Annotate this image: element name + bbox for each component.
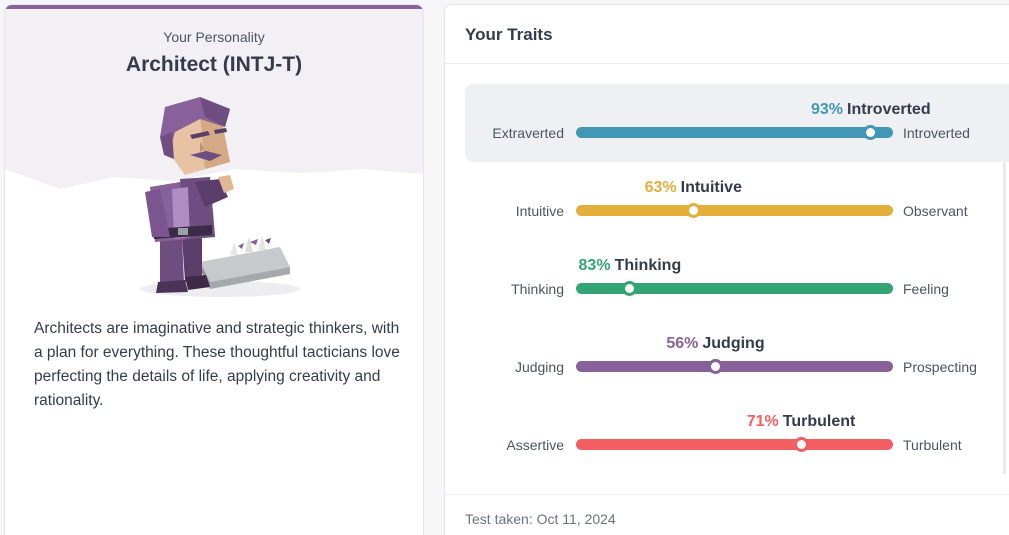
trait-bar (576, 361, 893, 372)
trait-name: Intuitive (680, 179, 742, 196)
trait-percent: 83% (578, 257, 611, 274)
trait-row-tactics[interactable]: 56% Judging Judging Prospecting (445, 335, 1009, 395)
trait-percent: 56% (666, 335, 699, 352)
trait-left-label: Extraverted (492, 125, 564, 141)
trait-row-nature[interactable]: 83% Thinking Thinking Feeling (445, 257, 1009, 317)
trait-headline: 93% Introverted (811, 101, 931, 119)
personality-title: Architect (INTJ-T) (125, 53, 303, 76)
trait-right-label: Feeling (903, 281, 949, 297)
test-taken-date: Test taken: Oct 11, 2024 (465, 511, 616, 527)
trait-bar (576, 127, 893, 138)
trait-headline: 83% Thinking (579, 257, 682, 275)
trait-name: Thinking (614, 257, 682, 274)
trait-headline: 63% Intuitive (645, 179, 742, 197)
trait-headline: 71% Turbulent (747, 413, 856, 431)
traits-header-divider (445, 63, 1009, 64)
trait-name: Introverted (847, 101, 931, 118)
personality-card: Your Personality Architect (INTJ-T) Arch… (4, 4, 424, 535)
personality-description: Architects are imaginative and strategic… (34, 320, 400, 409)
personality-eyebrow: Your Personality (163, 29, 265, 45)
trait-left-label: Intuitive (515, 203, 564, 219)
trait-right-label: Prospecting (903, 359, 977, 375)
architect-avatar-icon (140, 97, 300, 297)
trait-right-label: Introverted (903, 125, 970, 141)
trait-bar (576, 439, 893, 450)
trait-name: Turbulent (782, 413, 856, 430)
trait-left-label: Assertive (506, 437, 564, 453)
trait-percent: 63% (644, 179, 677, 196)
trait-slider-knob[interactable] (707, 359, 723, 374)
trait-bar (576, 205, 893, 216)
traits-card: Your Traits 93% Introverted Extraverted I… (444, 4, 1009, 535)
trait-row-energy[interactable]: 93% Introverted Extraverted Introverted (445, 101, 1009, 161)
trait-headline: 56% Judging (666, 335, 764, 353)
trait-percent: 71% (746, 413, 779, 430)
trait-slider-knob[interactable] (685, 203, 701, 218)
trait-percent: 93% (810, 101, 844, 118)
trait-left-label: Thinking (511, 281, 564, 297)
trait-right-label: Turbulent (903, 437, 962, 453)
traits-title: Your Traits (465, 25, 553, 44)
trait-slider-knob[interactable] (793, 437, 809, 452)
trait-row-identity[interactable]: 71% Turbulent Assertive Turbulent (445, 413, 1009, 473)
trait-left-label: Judging (514, 359, 564, 375)
trait-right-label: Observant (903, 203, 968, 219)
trait-name: Judging (702, 335, 765, 352)
traits-footer-divider (445, 494, 1009, 495)
trait-row-mind[interactable]: 63% Intuitive Intuitive Observant (445, 179, 1009, 239)
